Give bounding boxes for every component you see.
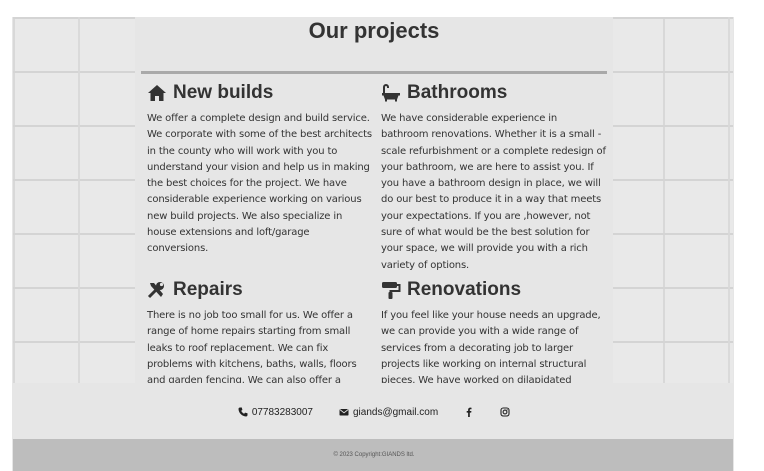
project-title: Repairs bbox=[173, 279, 243, 300]
phone-link[interactable]: 07783283007 bbox=[238, 407, 313, 418]
instagram-icon bbox=[500, 407, 510, 417]
project-repairs: Repairs There is no job too small for us… bbox=[147, 278, 373, 383]
project-heading: Repairs bbox=[147, 278, 373, 302]
project-title: Renovations bbox=[407, 279, 522, 300]
project-heading: New builds bbox=[147, 81, 373, 105]
phone-icon bbox=[238, 407, 248, 417]
footer-contacts: 07783283007 giands@gmail.com bbox=[13, 383, 733, 441]
copyright-bar: © 2023 Copyright:GIANDS ltd. bbox=[13, 439, 733, 471]
project-new-builds: New builds We offer a complete design an… bbox=[147, 81, 373, 258]
phone-number: 07783283007 bbox=[251, 406, 313, 418]
project-bathrooms: Bathrooms We have considerable experienc… bbox=[381, 81, 607, 274]
section-title: Our projects bbox=[308, 18, 440, 43]
project-description: We have considerable experience in bathr… bbox=[381, 113, 606, 271]
project-description: If you feel like your house needs an upg… bbox=[381, 310, 601, 383]
home-icon bbox=[148, 85, 166, 101]
project-description: We offer a complete design and build ser… bbox=[147, 113, 372, 255]
project-title: New builds bbox=[173, 82, 274, 103]
instagram-link[interactable] bbox=[500, 407, 510, 417]
copyright-text: © 2023 Copyright:GIANDS ltd. bbox=[333, 452, 415, 458]
email-address: giands@gmail.com bbox=[353, 406, 439, 418]
project-description: There is no job too small for us. We off… bbox=[147, 310, 357, 383]
title-divider bbox=[141, 71, 607, 74]
paint-roller-icon bbox=[382, 282, 401, 299]
facebook-icon bbox=[466, 407, 472, 417]
project-title: Bathrooms bbox=[407, 82, 508, 103]
page-frame: Our projects New builds We offer a compl… bbox=[12, 17, 734, 471]
envelope-icon bbox=[339, 409, 349, 416]
project-heading: Renovations bbox=[381, 278, 607, 302]
project-renovations: Renovations If you feel like your house … bbox=[381, 278, 607, 383]
projects-section: Our projects New builds We offer a compl… bbox=[135, 17, 613, 383]
facebook-link[interactable] bbox=[464, 407, 474, 417]
email-link[interactable]: giands@gmail.com bbox=[339, 407, 438, 418]
project-heading: Bathrooms bbox=[381, 81, 607, 105]
tools-icon bbox=[147, 282, 164, 299]
bath-icon bbox=[382, 84, 400, 102]
